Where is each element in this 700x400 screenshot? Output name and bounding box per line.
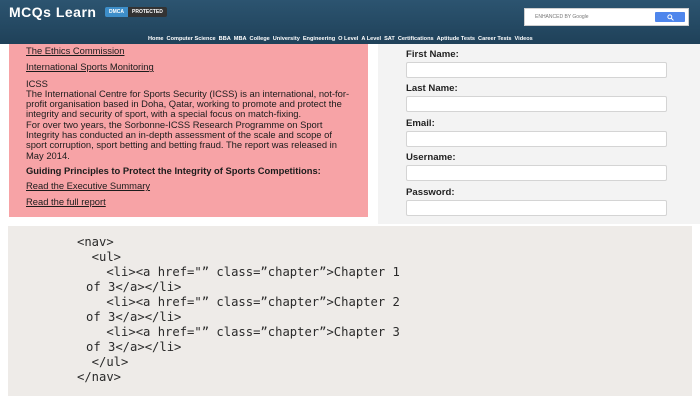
code-snippet: <nav> <ul> <li><a href="” class=”chapter… xyxy=(8,226,692,396)
site-header: MCQs Learn DMCA PROTECTED Home Computer … xyxy=(0,0,700,44)
executive-summary-link[interactable]: Read the Executive Summary xyxy=(26,180,352,191)
nav-item-certifications[interactable]: Certifications xyxy=(398,36,434,42)
site-logo[interactable]: MCQs Learn xyxy=(9,4,96,20)
sports-monitoring-link[interactable]: International Sports Monitoring xyxy=(26,61,352,72)
dmca-badge-right: PROTECTED xyxy=(128,6,167,17)
nav-item-university[interactable]: University xyxy=(273,36,300,42)
code-line: <li><a href="” class=”chapter”>Chapter 2 xyxy=(77,295,400,309)
code-line: of 3</a></li> xyxy=(86,280,182,294)
nav-item-o-level[interactable]: O Level xyxy=(338,36,358,42)
nav-item-home[interactable]: Home xyxy=(148,36,164,42)
code-line: </nav> xyxy=(77,370,122,384)
search-box xyxy=(524,8,689,26)
username-field[interactable] xyxy=(406,165,667,181)
code-line: <nav> xyxy=(77,235,114,249)
nav-item-sat[interactable]: SAT xyxy=(384,36,395,42)
nav-item-career-tests[interactable]: Career Tests xyxy=(478,36,511,42)
search-input[interactable] xyxy=(527,11,649,23)
nav-item-bba[interactable]: BBA xyxy=(219,36,231,42)
guiding-principles-title: Guiding Principles to Protect the Integr… xyxy=(26,164,321,176)
nav-item-engineering[interactable]: Engineering xyxy=(303,36,335,42)
code-line: <li><a href="” class=”chapter”>Chapter 3 xyxy=(77,325,400,339)
email-label: Email: xyxy=(406,118,435,129)
last-name-label: Last Name: xyxy=(406,83,458,94)
password-label: Password: xyxy=(406,187,455,198)
first-name-field[interactable] xyxy=(406,62,667,78)
top-navigation: Home Computer Science BBA MBA College Un… xyxy=(148,34,533,44)
nav-item-mba[interactable]: MBA xyxy=(234,36,247,42)
nav-item-videos[interactable]: Videos xyxy=(515,36,533,42)
last-name-field[interactable] xyxy=(406,96,667,112)
dmca-badge-left: DMCA xyxy=(105,6,128,17)
nav-item-computer-science[interactable]: Computer Science xyxy=(167,36,216,42)
full-report-link[interactable]: Read the full report xyxy=(26,196,352,207)
code-line: <li><a href="” class=”chapter”>Chapter 1 xyxy=(77,265,400,279)
search-icon xyxy=(666,13,674,21)
code-line: of 3</a></li> xyxy=(86,310,182,324)
password-field[interactable] xyxy=(406,200,667,216)
search-button[interactable] xyxy=(655,12,685,22)
first-name-label: First Name: xyxy=(406,49,459,60)
nav-item-aptitude-tests[interactable]: Aptitude Tests xyxy=(437,36,475,42)
ethics-commission-link[interactable]: The Ethics Commission xyxy=(26,45,352,56)
research-paragraph: For over two years, the Sorbonne-ICSS Re… xyxy=(26,118,337,161)
username-label: Username: xyxy=(406,152,456,163)
nav-item-college[interactable]: College xyxy=(250,36,270,42)
nav-item-a-level[interactable]: A Level xyxy=(361,36,381,42)
code-line: </ul> xyxy=(77,355,129,369)
email-field[interactable] xyxy=(406,131,667,147)
code-line: <ul> xyxy=(77,250,122,264)
code-line: of 3</a></li> xyxy=(86,340,182,354)
article-card: The Ethics Commission International Spor… xyxy=(9,44,368,217)
dmca-badge[interactable]: DMCA PROTECTED xyxy=(105,6,167,17)
registration-form: First Name: Last Name: Email: Username: … xyxy=(378,44,700,224)
icss-paragraph: The International Centre for Sports Secu… xyxy=(26,87,350,120)
